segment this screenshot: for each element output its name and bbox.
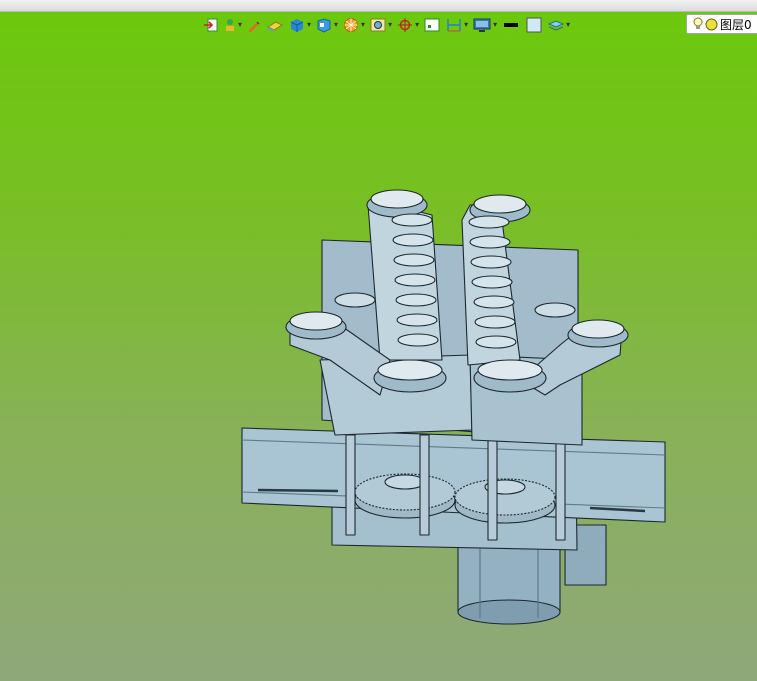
cad-assembly-model[interactable] [0,0,757,681]
linear-rail [241,427,666,523]
robot-gripper-assembly [241,189,666,625]
3d-viewport[interactable]: ▾ ▾ ▾ ▾ ▾ ▾ ▾ ▾ ▾ 图层0 [0,0,757,681]
